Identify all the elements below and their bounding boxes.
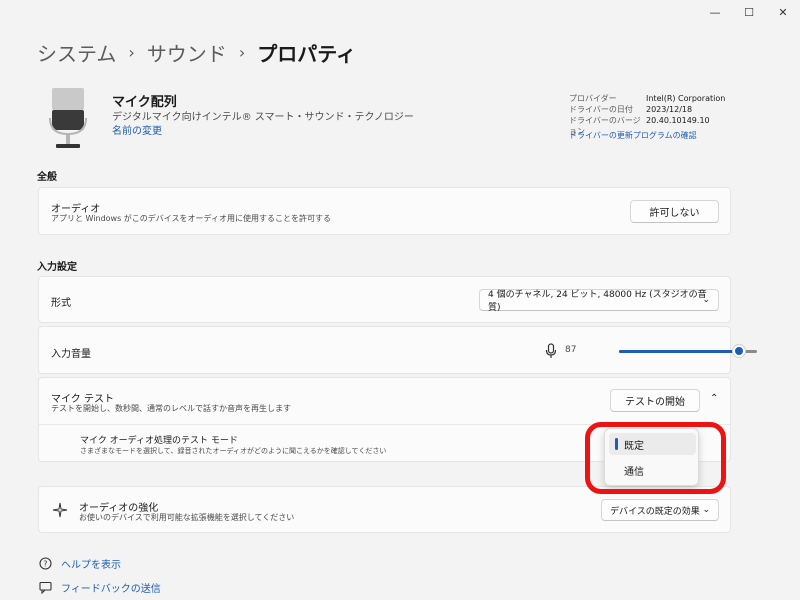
minimize-button[interactable]: — [698,0,732,24]
feedback-icon [38,581,52,595]
info-value: 2023/12/18 [646,105,693,114]
highlight-annotation [585,422,726,494]
test-mode-title: マイク オーディオ処理のテスト モード [80,436,238,446]
mic-test-subtitle: テストを開始し、数秒間、通常のレベルで話すか音声を再生します [51,404,291,413]
format-card: 形式 4 個のチャネル, 24 ビット, 48000 Hz (スタジオの音質) … [38,276,731,323]
chevron-down-icon: ⌄ [702,295,710,305]
volume-title: 入力音量 [51,349,91,360]
audio-subtitle: アプリと Windows がこのデバイスをオーディオ用に使用することを許可する [51,214,331,223]
feedback-label: フィードバックの送信 [61,584,161,595]
help-link[interactable]: ? ヘルプを表示 [38,556,121,571]
close-button[interactable]: ✕ [766,0,800,24]
rename-link[interactable]: 名前の変更 [112,122,162,137]
microphone-icon[interactable] [545,343,557,359]
svg-text:?: ? [43,559,47,568]
test-mode-subtitle: さまざまなモードを選択して、録音されたオーディオがどのように聞こえるかを確認して… [80,447,387,455]
volume-card: 入力音量 87 [38,326,757,374]
enhance-dropdown[interactable]: デバイスの既定の効果 ⌄ [601,499,719,521]
info-label: ドライバーの日付 [569,105,633,114]
section-title-general: 全般 [37,172,57,183]
info-row-provider: プロバイダー Intel(R) Corporation [569,93,725,104]
help-label: ヘルプを表示 [61,560,121,571]
breadcrumb-chevron-icon: › [128,43,135,62]
device-description: デジタルマイク向けインテル® スマート・サウンド・テクノロジー [112,112,414,123]
volume-value: 87 [565,345,577,355]
info-value: Intel(R) Corporation [646,94,726,103]
microphone-device-icon [49,88,87,148]
info-label: プロバイダー [569,94,617,103]
info-row-version: ドライバーのバージョン 20.40.10149.10 [569,115,725,136]
enhance-value: デバイスの既定の効果 [610,506,700,517]
chevron-down-icon: ⌄ [702,505,710,515]
enhance-subtitle: お使いのデバイスで利用可能な拡張機能を選択してください [79,513,295,522]
sparkle-icon [52,502,68,518]
format-value: 4 個のチャネル, 24 ビット, 48000 Hz (スタジオの音質) [488,290,707,313]
maximize-button[interactable]: ☐ [732,0,766,24]
breadcrumb-item-sound[interactable]: サウンド [147,38,227,67]
feedback-link[interactable]: フィードバックの送信 [38,580,161,595]
start-test-button[interactable]: テストの開始 [610,389,700,412]
page-title: プロパティ [257,42,357,66]
breadcrumb: システム › サウンド › プロパティ [37,38,356,67]
breadcrumb-item-system[interactable]: システム [37,38,116,67]
driver-update-link[interactable]: ドライバーの更新プログラムの確認 [569,130,725,141]
volume-slider[interactable] [619,344,757,358]
volume-slider-thumb[interactable] [732,344,746,358]
info-row-date: ドライバーの日付 2023/12/18 [569,104,725,115]
driver-info: プロバイダー Intel(R) Corporation ドライバーの日付 202… [569,93,725,141]
section-title-input: 入力設定 [37,262,77,273]
info-value: 20.40.10149.10 [646,116,710,125]
volume-slider-fill [619,350,739,353]
help-icon: ? [38,557,52,571]
window-controls: — ☐ ✕ [698,0,800,24]
format-title: 形式 [51,298,71,309]
chevron-up-icon[interactable]: ⌃ [710,393,718,404]
breadcrumb-chevron-icon: › [238,43,246,62]
disallow-button[interactable]: 許可しない [630,200,719,223]
audio-card: オーディオ アプリと Windows がこのデバイスをオーディオ用に使用すること… [38,187,731,235]
info-label: ドライバーのバージョン [569,116,641,136]
format-dropdown[interactable]: 4 個のチャネル, 24 ビット, 48000 Hz (スタジオの音質) ⌄ [479,289,719,313]
